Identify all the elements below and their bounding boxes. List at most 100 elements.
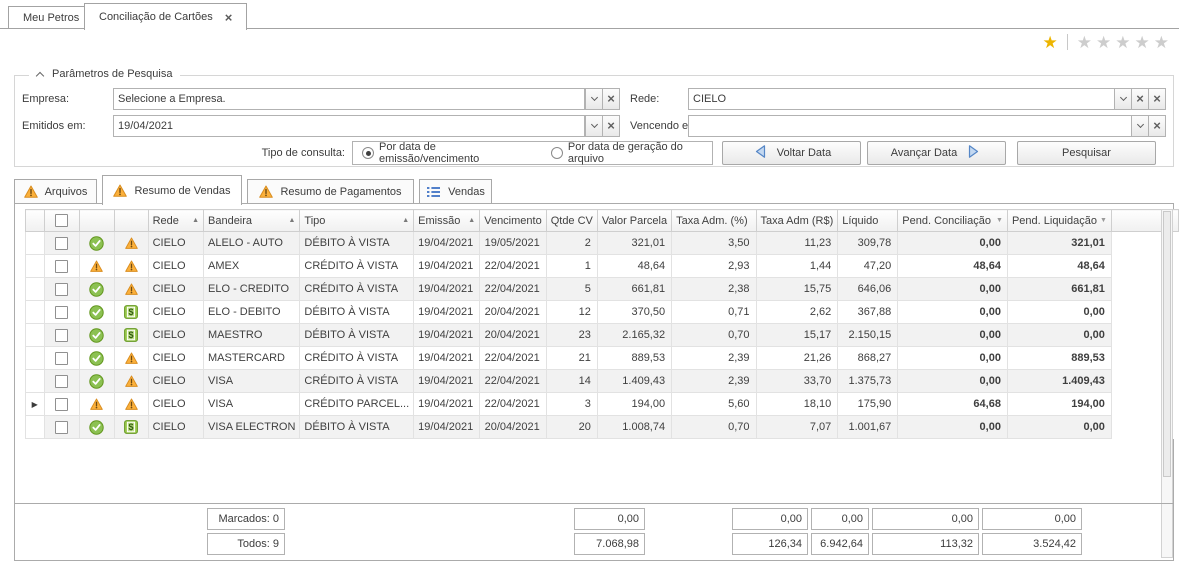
- rede-clear-button[interactable]: ×: [1131, 88, 1149, 110]
- voltar-data-button[interactable]: Voltar Data: [722, 141, 861, 165]
- column-header-liquido[interactable]: Líquido: [838, 210, 898, 232]
- pesquisar-button[interactable]: Pesquisar: [1017, 141, 1156, 165]
- status-warning-icon: [125, 283, 138, 295]
- cell-taxa_rs: 21,26: [756, 347, 838, 370]
- row-checkbox[interactable]: [55, 375, 68, 388]
- column-header-taxa-adm[interactable]: Taxa Adm. (%): [672, 210, 756, 232]
- tab-arquivos[interactable]: Arquivos: [14, 179, 97, 203]
- row-checkbox[interactable]: [55, 283, 68, 296]
- rede-clear-filter-button[interactable]: ×: [1148, 88, 1166, 110]
- status-cell: [80, 393, 114, 416]
- data-grid: Rede▲Bandeira▲Tipo▲Emissão▲VencimentoQtd…: [25, 209, 1179, 439]
- column-header-status[interactable]: [80, 210, 114, 232]
- row-checkbox[interactable]: [55, 398, 68, 411]
- emitidos-date-field[interactable]: 19/04/2021: [113, 115, 585, 137]
- cell-rede: CIELO: [148, 347, 203, 370]
- table-row[interactable]: ▶CIELOVISACRÉDITO PARCEL...19/04/202122/…: [26, 393, 1179, 416]
- row-checkbox[interactable]: [55, 260, 68, 273]
- tab-meu-petros[interactable]: Meu Petros: [8, 6, 94, 29]
- empresa-clear-button[interactable]: ×: [602, 88, 620, 110]
- table-row[interactable]: CIELOMASTERCARDCRÉDITO À VISTA19/04/2021…: [26, 347, 1179, 370]
- sort-asc-icon: ▲: [192, 217, 199, 224]
- avancar-data-button[interactable]: Avançar Data: [867, 141, 1006, 165]
- radio-option-por-data-de-emissao-vencimento[interactable]: Por data de emissão/vencimento: [362, 141, 529, 165]
- table-row[interactable]: $CIELOMAESTRODÉBITO À VISTA19/04/202120/…: [26, 324, 1179, 347]
- column-header-qtde-cv[interactable]: Qtde CV: [546, 210, 597, 232]
- rating-star-icon[interactable]: ★: [1135, 34, 1150, 51]
- column-title: Emissão: [418, 215, 460, 227]
- column-header-status[interactable]: [114, 210, 148, 232]
- rating-star-icon[interactable]: ★: [1077, 34, 1092, 51]
- rede-dropdown-button[interactable]: [1114, 88, 1132, 110]
- table-row[interactable]: CIELOALELO - AUTODÉBITO À VISTA19/04/202…: [26, 232, 1179, 255]
- status-cell: [80, 255, 114, 278]
- rating-star-icon[interactable]: ★: [1154, 34, 1169, 51]
- rating-star-icon[interactable]: ★: [1096, 34, 1111, 51]
- cell-taxa_pct: 2,39: [672, 347, 756, 370]
- column-header-pend-liquidacao[interactable]: Pend. Liquidação▼: [1007, 210, 1111, 232]
- cell-rede: CIELO: [148, 255, 203, 278]
- tab-vendas[interactable]: Vendas: [419, 179, 492, 203]
- cell-pend_conc: 0,00: [898, 416, 1008, 439]
- table-row[interactable]: CIELOAMEXCRÉDITO À VISTA19/04/202122/04/…: [26, 255, 1179, 278]
- cell-valor: 194,00: [597, 393, 671, 416]
- vencendo-dropdown-button[interactable]: [1131, 115, 1149, 137]
- vertical-scrollbar[interactable]: [1161, 209, 1173, 558]
- column-header-bandeira[interactable]: Bandeira▲: [204, 210, 300, 232]
- cell-liquido: 309,78: [838, 232, 898, 255]
- status-cell: [114, 347, 148, 370]
- column-header-select[interactable]: [44, 210, 80, 232]
- filter-icon[interactable]: ▼: [996, 217, 1003, 224]
- column-header-pend-conciliacao[interactable]: Pend. Conciliação▼: [898, 210, 1008, 232]
- filter-icon[interactable]: ▼: [1100, 217, 1107, 224]
- warning-icon: [259, 185, 273, 198]
- row-checkbox[interactable]: [55, 237, 68, 250]
- row-checkbox[interactable]: [55, 329, 68, 342]
- column-header-valor-parcela[interactable]: Valor Parcela: [597, 210, 671, 232]
- column-header-vencimento[interactable]: Vencimento: [480, 210, 546, 232]
- radio-option-por-data-de-geracao-do-arquivo[interactable]: Por data de geração do arquivo: [551, 141, 712, 165]
- column-header-emissao[interactable]: Emissão▲: [414, 210, 480, 232]
- cell-emissao: 19/04/2021: [414, 416, 480, 439]
- vencendo-date-field[interactable]: [688, 115, 1132, 137]
- cell-emissao: 19/04/2021: [414, 370, 480, 393]
- scrollbar-thumb[interactable]: [1163, 211, 1171, 477]
- column-header-rede[interactable]: Rede▲: [148, 210, 203, 232]
- cell-bandeira: ELO - CREDITO: [204, 278, 300, 301]
- tab-resumo-de-vendas[interactable]: Resumo de Vendas: [102, 175, 242, 205]
- vencendo-clear-button[interactable]: ×: [1148, 115, 1166, 137]
- emitidos-clear-button[interactable]: ×: [602, 115, 620, 137]
- close-icon[interactable]: ×: [225, 11, 233, 24]
- panel-title: Parâmetros de Pesquisa: [52, 68, 172, 80]
- table-row[interactable]: $CIELOELO - DEBITODÉBITO À VISTA19/04/20…: [26, 301, 1179, 324]
- row-indicator-cell: [26, 416, 45, 439]
- status-cell: [80, 416, 114, 439]
- arrow-left-icon: [752, 144, 769, 162]
- status-ok-icon: [89, 329, 104, 341]
- cell-tipo: CRÉDITO À VISTA: [300, 370, 414, 393]
- table-row[interactable]: CIELOVISACRÉDITO À VISTA19/04/202122/04/…: [26, 370, 1179, 393]
- empresa-dropdown-button[interactable]: [585, 88, 603, 110]
- favorite-star-icon[interactable]: ★: [1043, 34, 1058, 51]
- row-indicator-cell: [26, 370, 45, 393]
- row-checkbox[interactable]: [55, 352, 68, 365]
- row-checkbox[interactable]: [55, 421, 68, 434]
- tab-conciliacao-de-cartoes[interactable]: Conciliação de Cartões ×: [84, 3, 247, 30]
- cell-valor: 2.165,32: [597, 324, 671, 347]
- rede-value: CIELO: [693, 93, 726, 105]
- table-row[interactable]: CIELOELO - CREDITOCRÉDITO À VISTA19/04/2…: [26, 278, 1179, 301]
- select-all-checkbox[interactable]: [55, 214, 68, 227]
- column-header-taxa-adm-r[interactable]: Taxa Adm (R$): [756, 210, 838, 232]
- svg-text:$: $: [129, 307, 134, 317]
- tab-resumo-de-pagamentos[interactable]: Resumo de Pagamentos: [247, 179, 414, 203]
- emitidos-dropdown-button[interactable]: [585, 115, 603, 137]
- column-header-tipo[interactable]: Tipo▲: [300, 210, 414, 232]
- emitidos-value: 19/04/2021: [118, 120, 173, 132]
- row-checkbox[interactable]: [55, 306, 68, 319]
- collapse-icon[interactable]: [36, 71, 44, 79]
- rating-star-icon[interactable]: ★: [1115, 34, 1130, 51]
- rede-combo[interactable]: CIELO: [688, 88, 1115, 110]
- cell-taxa_pct: 2,93: [672, 255, 756, 278]
- empresa-combo[interactable]: Selecione a Empresa.: [113, 88, 585, 110]
- table-row[interactable]: $CIELOVISA ELECTRONDÉBITO À VISTA19/04/2…: [26, 416, 1179, 439]
